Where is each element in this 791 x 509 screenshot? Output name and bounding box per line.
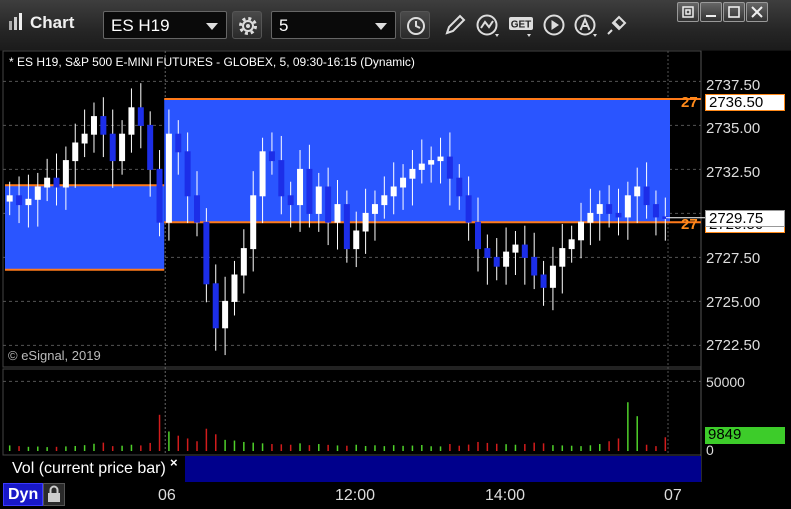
current-price-box: 2729.75 (705, 210, 785, 227)
candle-body (409, 168, 416, 179)
candle-body (474, 221, 481, 250)
candle-body (109, 133, 116, 162)
candle-body (34, 186, 41, 200)
candle-body (362, 212, 369, 232)
current-volume-box: 9849 (705, 427, 785, 444)
volume-pane (2, 368, 702, 456)
candle-body (381, 195, 388, 206)
candle-body (250, 195, 257, 250)
candle-body (231, 274, 238, 302)
candle-body (446, 156, 453, 179)
candle-body (278, 160, 285, 197)
study-bar-strip (185, 456, 701, 482)
time-label: 14:00 (485, 487, 526, 504)
candle-body (325, 186, 332, 223)
dynamic-mode-label: Dyn (8, 486, 39, 503)
candle-body (624, 195, 631, 218)
candle-body (44, 177, 51, 188)
volume-study-label: Vol (current price bar) (12, 460, 166, 477)
volume-study-legend[interactable]: Vol (current price bar) (3, 456, 183, 482)
copyright-text: © eSignal, 2019 (8, 348, 101, 363)
candle-body (568, 239, 575, 250)
candle-body (493, 256, 500, 267)
candle-body (531, 256, 538, 276)
candle-body (512, 244, 519, 253)
candle-body (578, 221, 585, 241)
price-tick: 2727.50 (706, 250, 761, 267)
candle-body (222, 300, 229, 329)
upper-level-price-box: 2736.50 (705, 94, 785, 111)
candle-body (268, 151, 275, 162)
time-label: 12:00 (335, 487, 376, 504)
candle-body (400, 177, 407, 188)
candle-body (615, 212, 622, 218)
candle-body (128, 107, 135, 135)
candle-body (25, 198, 32, 206)
price-tick: 2732.50 (706, 164, 761, 181)
candle-body (81, 133, 88, 144)
candle-body (72, 142, 79, 162)
candle-body (559, 248, 566, 267)
candle-body (165, 133, 172, 223)
price-tick: 2737.50 (706, 77, 761, 94)
candle-body (484, 248, 491, 258)
candle-body (100, 116, 107, 135)
candle-body (643, 186, 650, 206)
volume-tick: 50000 (706, 374, 745, 390)
candle-body (137, 107, 144, 126)
candle-body (596, 204, 603, 214)
candle-body (652, 204, 659, 218)
price-tick: 2722.50 (706, 337, 761, 354)
volume-tick: 0 (706, 442, 714, 458)
candle-body (194, 195, 201, 223)
range-zone (164, 99, 671, 223)
lower-level-tag: 27 (681, 216, 698, 233)
time-label: 06 (158, 487, 176, 504)
candle-body (503, 251, 510, 267)
candle-body (437, 156, 444, 162)
chart-description: * ES H19, S&P 500 E-MINI FUTURES - GLOBE… (9, 55, 415, 69)
candle-body (175, 133, 182, 153)
candle-body (428, 160, 435, 165)
candle-body (634, 186, 641, 197)
candle-body (53, 177, 60, 188)
candle-body (465, 195, 472, 223)
volume-study-close-icon[interactable]: × (170, 455, 178, 470)
candle-body (147, 124, 154, 170)
candle-body (371, 204, 378, 214)
candle-body (306, 168, 313, 214)
candle-body (418, 163, 425, 170)
candle-body (203, 221, 210, 285)
candle-body (606, 204, 613, 214)
candle-body (259, 151, 266, 197)
lock-icon[interactable] (43, 483, 65, 506)
candle-body (334, 204, 341, 223)
candle-body (353, 230, 360, 250)
candle-body (297, 168, 304, 206)
candle-body (287, 195, 294, 206)
candle-body (540, 274, 547, 288)
candle-body (456, 177, 463, 197)
candle-body (90, 116, 97, 135)
time-label: 07 (664, 487, 682, 504)
candle-body (6, 195, 13, 202)
candle-body (212, 283, 219, 329)
price-chart[interactable] (0, 0, 791, 509)
candle-body (549, 265, 556, 288)
candle-body (315, 186, 322, 214)
candle-body (156, 168, 163, 223)
candle-body (240, 248, 247, 276)
candle-body (587, 212, 594, 223)
upper-level-tag: 27 (681, 94, 698, 111)
dynamic-mode-button[interactable]: Dyn (3, 483, 43, 506)
candle-body (119, 133, 126, 162)
candle-body (16, 195, 23, 206)
price-tick: 2725.00 (706, 294, 761, 311)
candle-body (62, 160, 69, 188)
candle-body (521, 244, 528, 258)
candle-body (184, 151, 191, 197)
price-tick: 2735.00 (706, 120, 761, 137)
candle-body (343, 204, 350, 250)
candle-body (390, 186, 397, 197)
